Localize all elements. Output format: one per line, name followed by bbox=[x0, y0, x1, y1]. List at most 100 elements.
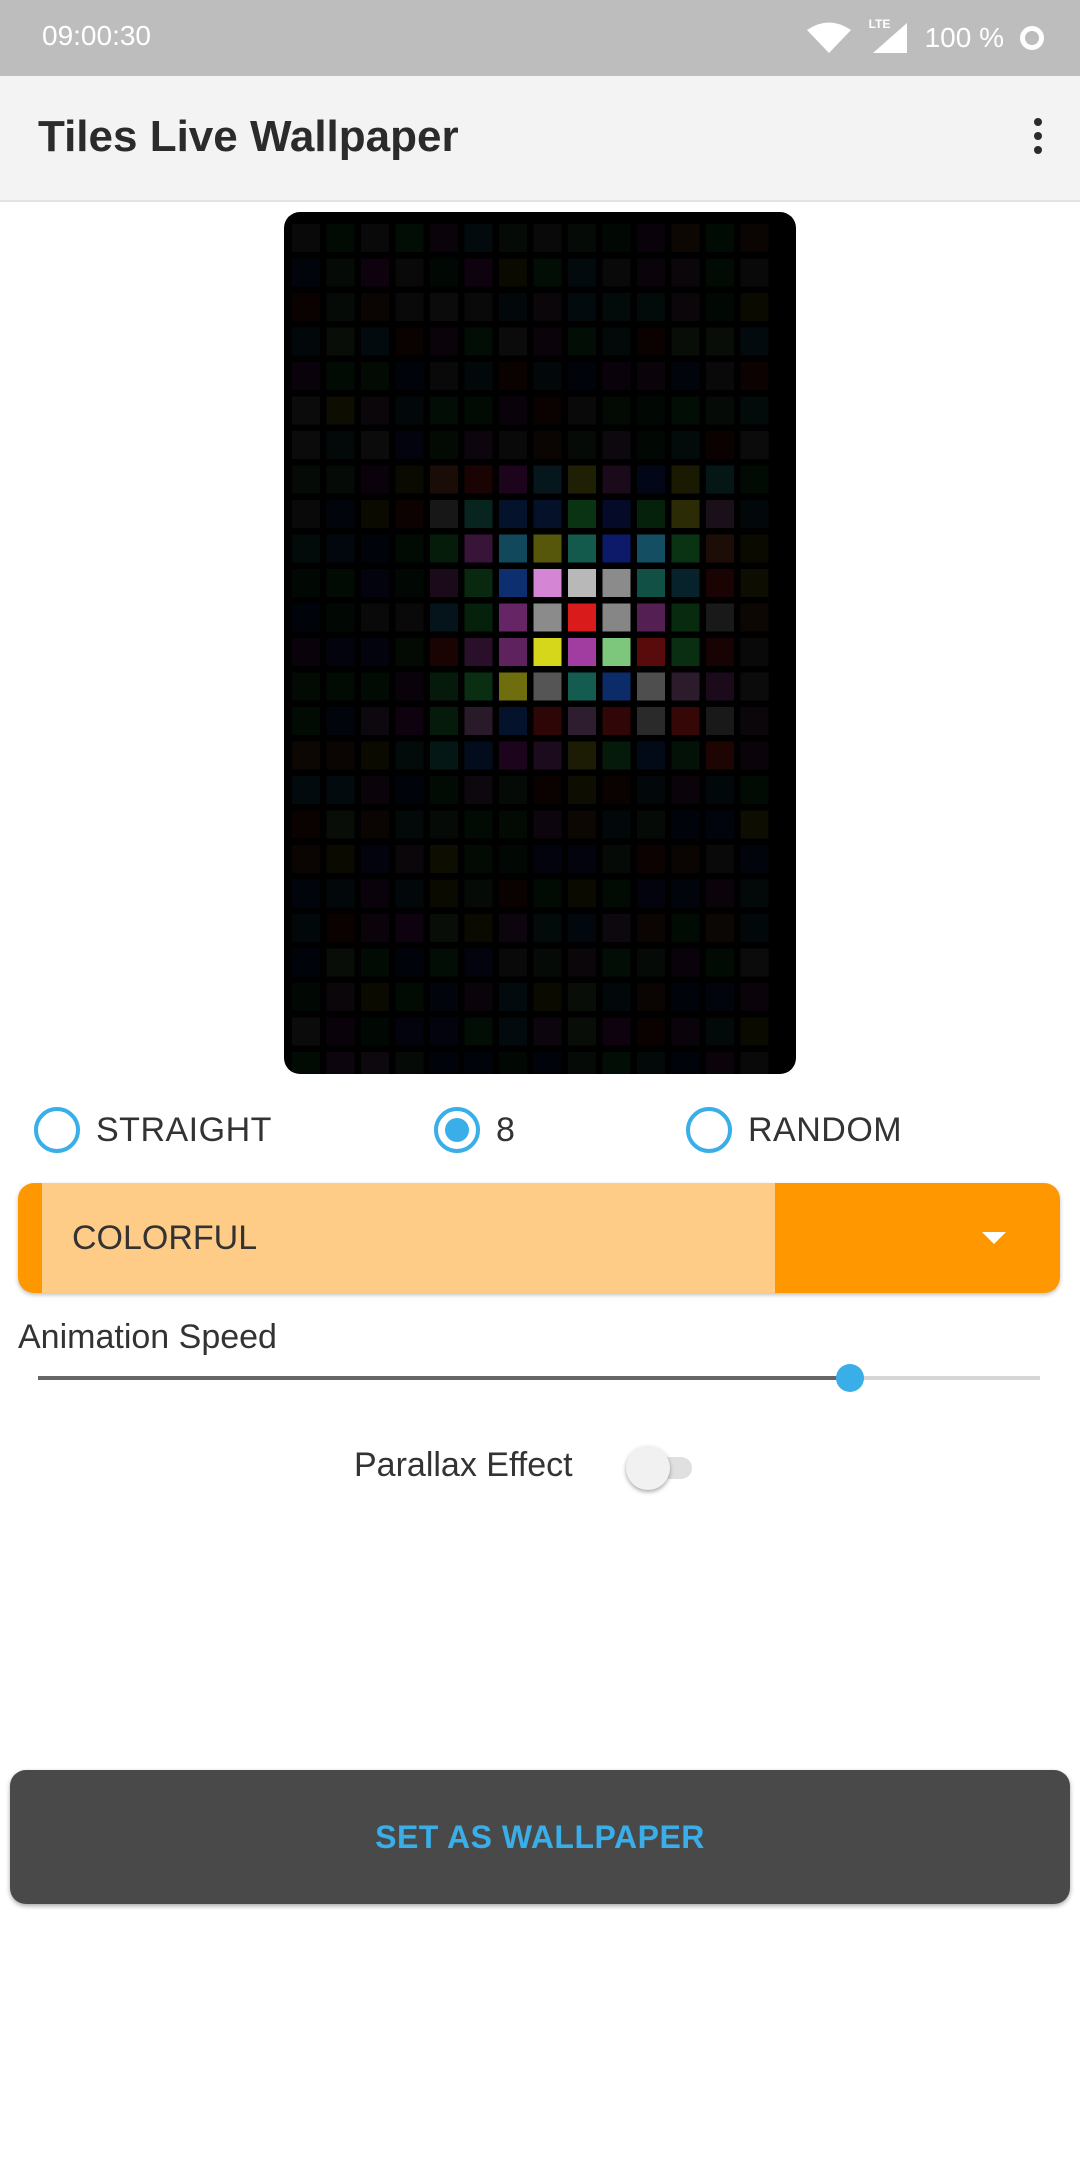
parallax-toggle[interactable] bbox=[626, 1446, 698, 1490]
color-mode-dropdown[interactable]: COLORFUL bbox=[18, 1183, 1060, 1293]
dropdown-arrow-icon[interactable] bbox=[982, 1232, 1006, 1244]
toggle-thumb[interactable] bbox=[626, 1446, 670, 1490]
radio-option-straight[interactable]: STRAIGHT bbox=[34, 1100, 272, 1160]
tile bbox=[499, 810, 527, 839]
tile bbox=[361, 707, 389, 735]
tile bbox=[637, 534, 665, 563]
tile bbox=[464, 776, 493, 804]
tile bbox=[464, 293, 493, 321]
tile bbox=[395, 638, 424, 666]
tile bbox=[602, 879, 631, 908]
tile bbox=[292, 914, 320, 942]
tile bbox=[602, 672, 631, 701]
tile bbox=[671, 948, 700, 977]
tile bbox=[326, 534, 355, 563]
tile bbox=[740, 431, 769, 459]
animation-speed-slider[interactable] bbox=[38, 1360, 1040, 1396]
tile bbox=[395, 1017, 424, 1046]
tile bbox=[602, 776, 631, 804]
tile bbox=[464, 431, 493, 459]
tile bbox=[740, 983, 769, 1011]
tile bbox=[671, 672, 700, 701]
radio-option-8[interactable]: 8 bbox=[434, 1100, 515, 1160]
tile bbox=[740, 258, 769, 287]
tile bbox=[430, 465, 458, 494]
tile bbox=[568, 258, 596, 287]
tile bbox=[706, 983, 734, 1011]
tile bbox=[602, 914, 631, 942]
slider-thumb[interactable] bbox=[835, 1364, 864, 1392]
tile bbox=[602, 845, 631, 873]
tile bbox=[464, 396, 493, 425]
tile bbox=[706, 776, 734, 804]
radio-option-random[interactable]: RANDOM bbox=[686, 1100, 902, 1160]
tile bbox=[568, 741, 596, 770]
tile bbox=[533, 534, 562, 563]
tile bbox=[568, 569, 596, 597]
tile bbox=[361, 776, 389, 804]
tile bbox=[499, 569, 527, 597]
tile bbox=[637, 914, 665, 942]
tile bbox=[602, 948, 631, 977]
tile bbox=[671, 362, 700, 390]
tile bbox=[292, 1052, 320, 1074]
tile bbox=[326, 1017, 355, 1046]
tile bbox=[671, 396, 700, 425]
tile bbox=[568, 638, 596, 666]
tile bbox=[602, 431, 631, 459]
parallax-effect-label: Parallax Effect bbox=[354, 1446, 573, 1484]
tile bbox=[499, 1017, 527, 1046]
tile bbox=[671, 879, 700, 908]
tile bbox=[395, 362, 424, 390]
tile bbox=[464, 500, 493, 528]
tile bbox=[499, 603, 527, 632]
tile bbox=[395, 845, 424, 873]
status-icons: LTE 100 % bbox=[805, 14, 1044, 62]
tile bbox=[740, 362, 769, 390]
tile bbox=[326, 672, 355, 701]
tile bbox=[568, 672, 596, 701]
set-as-wallpaper-button[interactable]: SET AS WALLPAPER bbox=[10, 1770, 1070, 1904]
tile bbox=[361, 396, 389, 425]
dropdown-field[interactable]: COLORFUL bbox=[42, 1183, 775, 1293]
tile bbox=[361, 500, 389, 528]
radio-button[interactable] bbox=[434, 1107, 480, 1153]
tile bbox=[326, 500, 355, 528]
tile bbox=[292, 776, 320, 804]
tile bbox=[361, 293, 389, 321]
tile bbox=[361, 431, 389, 459]
tile bbox=[395, 983, 424, 1011]
tile bbox=[430, 1017, 458, 1046]
tile bbox=[706, 741, 734, 770]
tile bbox=[568, 707, 596, 735]
tile bbox=[395, 431, 424, 459]
tile bbox=[706, 672, 734, 701]
tile bbox=[671, 258, 700, 287]
tile bbox=[430, 534, 458, 563]
tile bbox=[499, 500, 527, 528]
radio-button[interactable] bbox=[34, 1107, 80, 1153]
tile bbox=[706, 465, 734, 494]
tile bbox=[292, 327, 320, 356]
tile bbox=[464, 603, 493, 632]
tile bbox=[395, 603, 424, 632]
tile bbox=[499, 293, 527, 321]
tile bbox=[395, 534, 424, 563]
overflow-menu-icon[interactable] bbox=[1030, 118, 1046, 160]
tile bbox=[464, 879, 493, 908]
radio-button[interactable] bbox=[686, 1107, 732, 1153]
tile bbox=[533, 810, 562, 839]
tile bbox=[706, 327, 734, 356]
tile bbox=[464, 1017, 493, 1046]
tile bbox=[499, 707, 527, 735]
tile bbox=[671, 845, 700, 873]
tile bbox=[740, 327, 769, 356]
tile bbox=[395, 948, 424, 977]
tile bbox=[740, 1052, 769, 1074]
tile bbox=[602, 500, 631, 528]
tile bbox=[602, 569, 631, 597]
tile bbox=[292, 638, 320, 666]
tile bbox=[533, 638, 562, 666]
tile bbox=[292, 845, 320, 873]
tile bbox=[361, 224, 389, 252]
